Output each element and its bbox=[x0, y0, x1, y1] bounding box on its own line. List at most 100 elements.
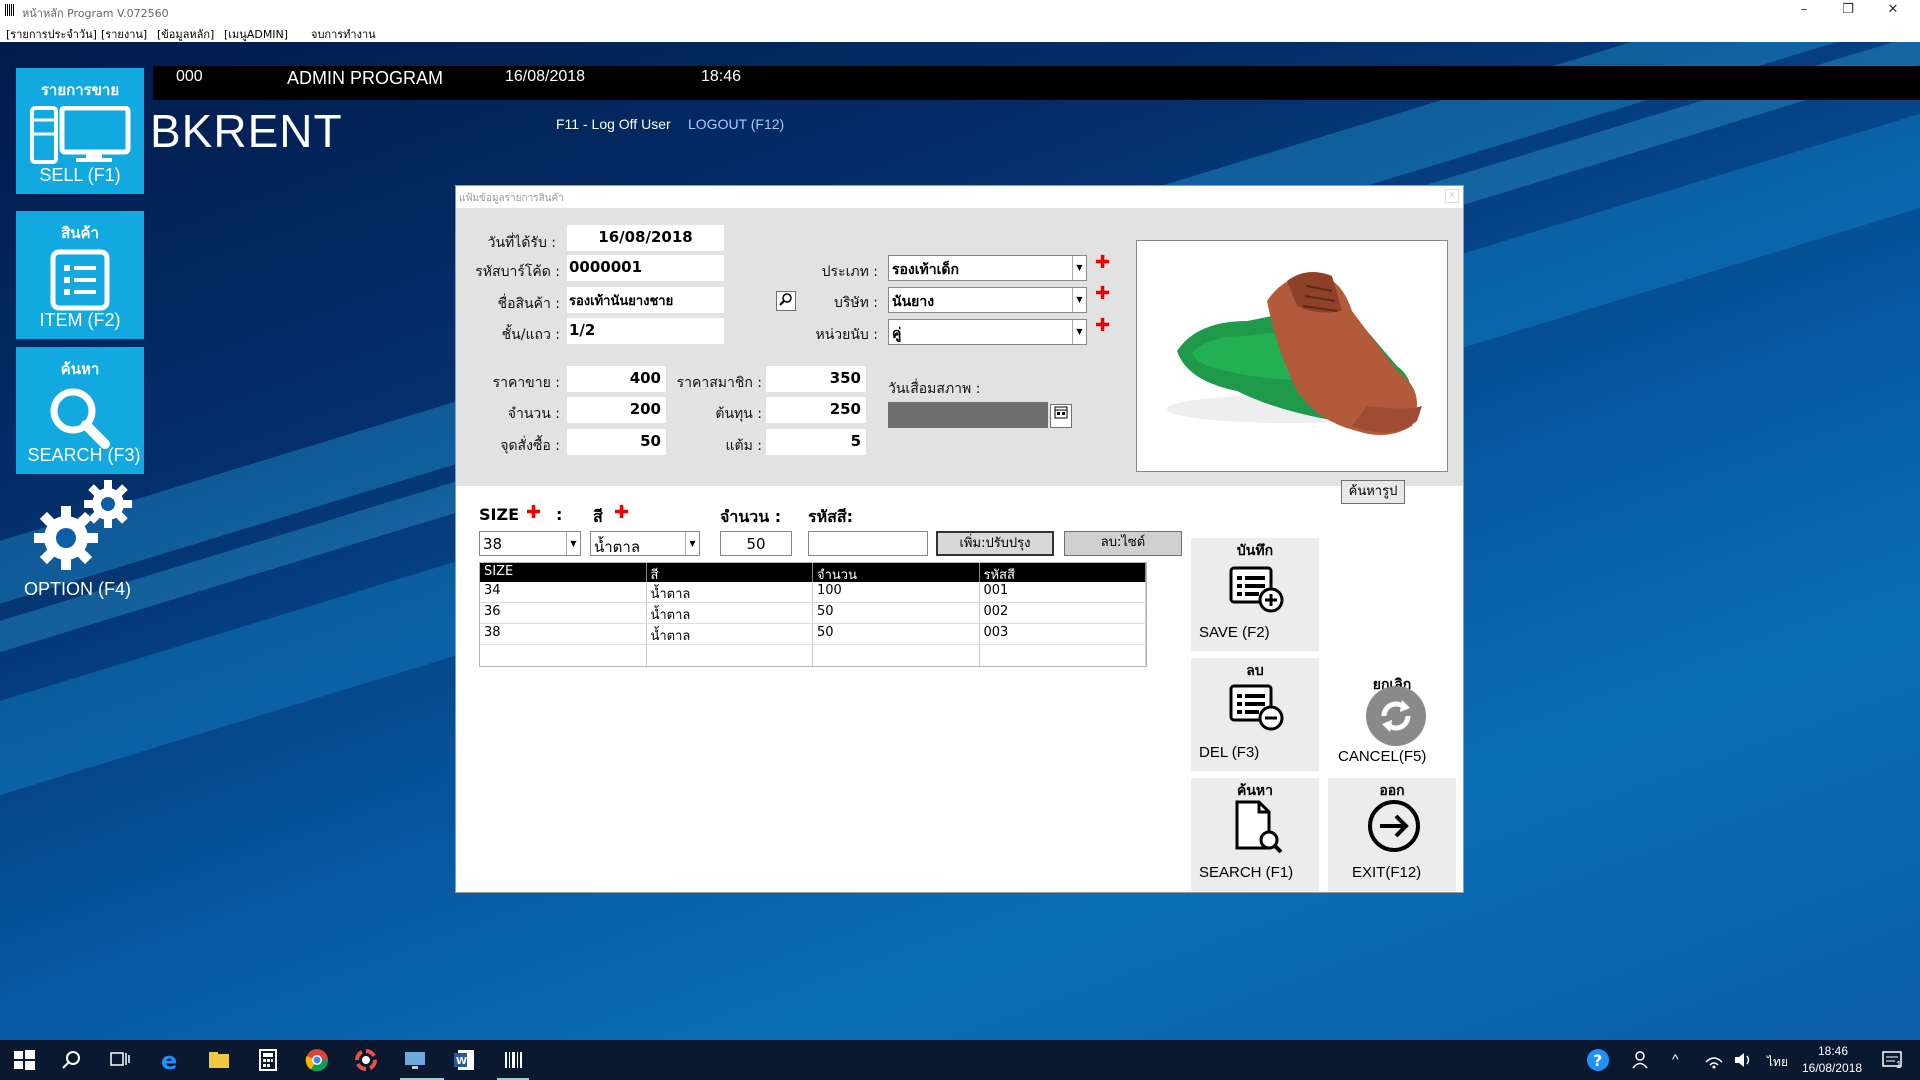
chevron-down-icon: ▼ bbox=[1072, 288, 1086, 312]
table-row[interactable]: 36 น้ำตาล 50 002 bbox=[480, 603, 1146, 624]
add-update-button[interactable]: เพิ่ม:ปรับปรุง bbox=[936, 531, 1054, 556]
windows-start-icon[interactable] bbox=[12, 1048, 36, 1072]
barcode-program-icon[interactable] bbox=[501, 1048, 525, 1072]
barcode-icon bbox=[5, 4, 15, 16]
language-indicator[interactable]: ไทย bbox=[1767, 1053, 1788, 1072]
table-cell bbox=[980, 645, 1146, 666]
refresh-icon bbox=[1366, 686, 1426, 746]
column-header[interactable]: สี bbox=[647, 563, 813, 583]
remote-desktop-icon[interactable] bbox=[403, 1048, 427, 1072]
product-name-field[interactable]: รองเท้านันยางชาย bbox=[567, 287, 724, 313]
item-tile[interactable]: สินค้า ITEM (F2) bbox=[16, 211, 144, 339]
required-icon: ✚ bbox=[526, 502, 542, 523]
color-code-field[interactable] bbox=[808, 531, 928, 556]
table-cell: น้ำตาล bbox=[647, 582, 813, 602]
barcode-field[interactable]: 0000001 bbox=[567, 255, 724, 281]
qty-field[interactable]: 200 bbox=[567, 397, 666, 423]
type-select[interactable]: รองเท้าเด็ก ▼ bbox=[888, 255, 1087, 281]
color-code-label: รหัสสี: bbox=[808, 507, 854, 526]
column-header[interactable]: รหัสสี bbox=[980, 563, 1146, 583]
option-tile[interactable]: OPTION (F4) bbox=[20, 480, 150, 600]
member-price-field[interactable]: 350 bbox=[766, 366, 866, 392]
delete-button[interactable]: ลบ DEL (F3) bbox=[1191, 658, 1319, 771]
app-icon[interactable] bbox=[354, 1048, 378, 1072]
exit-button[interactable]: ออก EXIT(F12) bbox=[1328, 778, 1456, 891]
status-bar: 000 ADMIN PROGRAM 16/08/2018 18:46 bbox=[153, 66, 1920, 100]
dialog-close-button[interactable]: ✕ bbox=[1445, 189, 1459, 203]
table-cell: 34 bbox=[480, 582, 647, 602]
table-cell: 50 bbox=[813, 624, 980, 644]
search-label: SEARCH (F1) bbox=[1199, 864, 1294, 881]
word-icon[interactable]: W bbox=[452, 1048, 476, 1072]
minimize-button[interactable]: – bbox=[1784, 2, 1824, 17]
clock-date[interactable]: 16/08/2018 bbox=[1802, 1061, 1862, 1075]
chevron-down-icon: ▼ bbox=[1072, 320, 1086, 344]
menu-admin[interactable]: [เมนูADMIN] bbox=[224, 25, 288, 43]
search-button[interactable]: ค้นหา SEARCH (F1) bbox=[1191, 778, 1319, 891]
required-icon: ✚ bbox=[614, 502, 630, 523]
logoff-link[interactable]: F11 - Log Off User bbox=[556, 116, 671, 132]
menu-daily[interactable]: [รายการประจำวัน] bbox=[6, 25, 97, 43]
table-cell: น้ำตาล bbox=[647, 624, 813, 644]
expiry-field[interactable] bbox=[888, 402, 1048, 428]
sell-tile[interactable]: รายการขาย SELL (F1) bbox=[16, 68, 144, 194]
points-field[interactable]: 5 bbox=[766, 429, 866, 455]
shelf-field[interactable]: 1/2 bbox=[567, 318, 724, 344]
search-tile-label: SEARCH (F3) bbox=[27, 445, 141, 465]
edge-icon[interactable]: e bbox=[158, 1048, 182, 1072]
find-image-button[interactable]: ค้นหารูป bbox=[1341, 480, 1405, 504]
cancel-button[interactable]: ยกเลิก CANCEL(F5) bbox=[1328, 658, 1456, 771]
menu-exit[interactable]: จบการทำงาน bbox=[311, 25, 376, 43]
item-tile-heading: สินค้า bbox=[61, 225, 99, 242]
color-select-value: น้ำตาล bbox=[594, 538, 641, 556]
folder-icon[interactable] bbox=[207, 1048, 231, 1072]
received-date-field[interactable]: 16/08/2018 bbox=[567, 225, 724, 251]
size-select[interactable]: 38 ▼ bbox=[479, 531, 581, 556]
unit-label: หน่วยนับ : bbox=[815, 327, 879, 343]
calendar-button[interactable] bbox=[1050, 404, 1072, 428]
qty-entry-field[interactable]: 50 bbox=[720, 531, 792, 556]
qty-entry-label: จำนวน : bbox=[720, 507, 782, 526]
svg-text:W: W bbox=[456, 1056, 467, 1067]
task-view-icon[interactable] bbox=[108, 1048, 132, 1072]
menu-report[interactable]: [รายงาน] bbox=[101, 25, 147, 43]
help-icon[interactable]: ? bbox=[1586, 1048, 1610, 1072]
cost-field[interactable]: 250 bbox=[766, 397, 866, 423]
table-row[interactable] bbox=[480, 645, 1146, 666]
chevron-up-icon[interactable]: ^ bbox=[1672, 1051, 1679, 1067]
unit-select[interactable]: คู่ ▼ bbox=[888, 319, 1087, 345]
wifi-icon[interactable] bbox=[1702, 1048, 1726, 1072]
reorder-field[interactable]: 50 bbox=[567, 429, 666, 455]
search-tile[interactable]: ค้นหา SEARCH (F3) bbox=[16, 347, 144, 474]
table-cell bbox=[813, 645, 980, 666]
brand-name: BKRENT bbox=[150, 105, 343, 157]
close-window-button[interactable]: ✕ bbox=[1873, 2, 1913, 17]
menu-master-data[interactable]: [ข้อมูลหลัก] bbox=[157, 25, 214, 43]
delete-document-icon bbox=[1229, 684, 1284, 731]
product-name-label: ชื่อสินค้า : bbox=[497, 296, 560, 312]
chevron-down-icon: ▼ bbox=[685, 532, 699, 555]
color-label: สี bbox=[593, 507, 603, 526]
logout-link[interactable]: LOGOUT (F12) bbox=[688, 116, 784, 132]
save-button[interactable]: บันทึก SAVE (F2) bbox=[1191, 538, 1319, 651]
table-row[interactable]: 34 น้ำตาล 100 001 bbox=[480, 582, 1146, 603]
volume-icon[interactable] bbox=[1732, 1048, 1756, 1072]
column-header[interactable]: จำนวน bbox=[813, 563, 980, 583]
column-header[interactable]: SIZE bbox=[480, 563, 647, 582]
people-icon[interactable] bbox=[1630, 1048, 1654, 1072]
barcode-label: รหัสบาร์โค้ด : bbox=[475, 264, 560, 280]
restore-button[interactable]: ❐ bbox=[1828, 2, 1868, 17]
received-date-label: วันที่ได้รับ : bbox=[487, 235, 556, 251]
search-tile-heading: ค้นหา bbox=[60, 361, 100, 378]
clock-time[interactable]: 18:46 bbox=[1818, 1044, 1848, 1058]
color-select[interactable]: น้ำตาล ▼ bbox=[590, 531, 700, 556]
search-icon[interactable] bbox=[60, 1048, 84, 1072]
company-select[interactable]: นันยาง ▼ bbox=[888, 287, 1087, 313]
calculator-icon[interactable] bbox=[256, 1048, 280, 1072]
delete-size-button[interactable]: ลบ:ไซต์ bbox=[1064, 531, 1182, 556]
menu-bar: [รายการประจำวัน] [รายงาน] [ข้อมูลหลัก] [… bbox=[0, 22, 1920, 42]
price-field[interactable]: 400 bbox=[567, 366, 666, 392]
table-row[interactable]: 38 น้ำตาล 50 003 bbox=[480, 624, 1146, 645]
chrome-icon[interactable] bbox=[305, 1048, 329, 1072]
dialog-title: แฟ้มข้อมูลรายการสินค้า bbox=[459, 193, 564, 204]
